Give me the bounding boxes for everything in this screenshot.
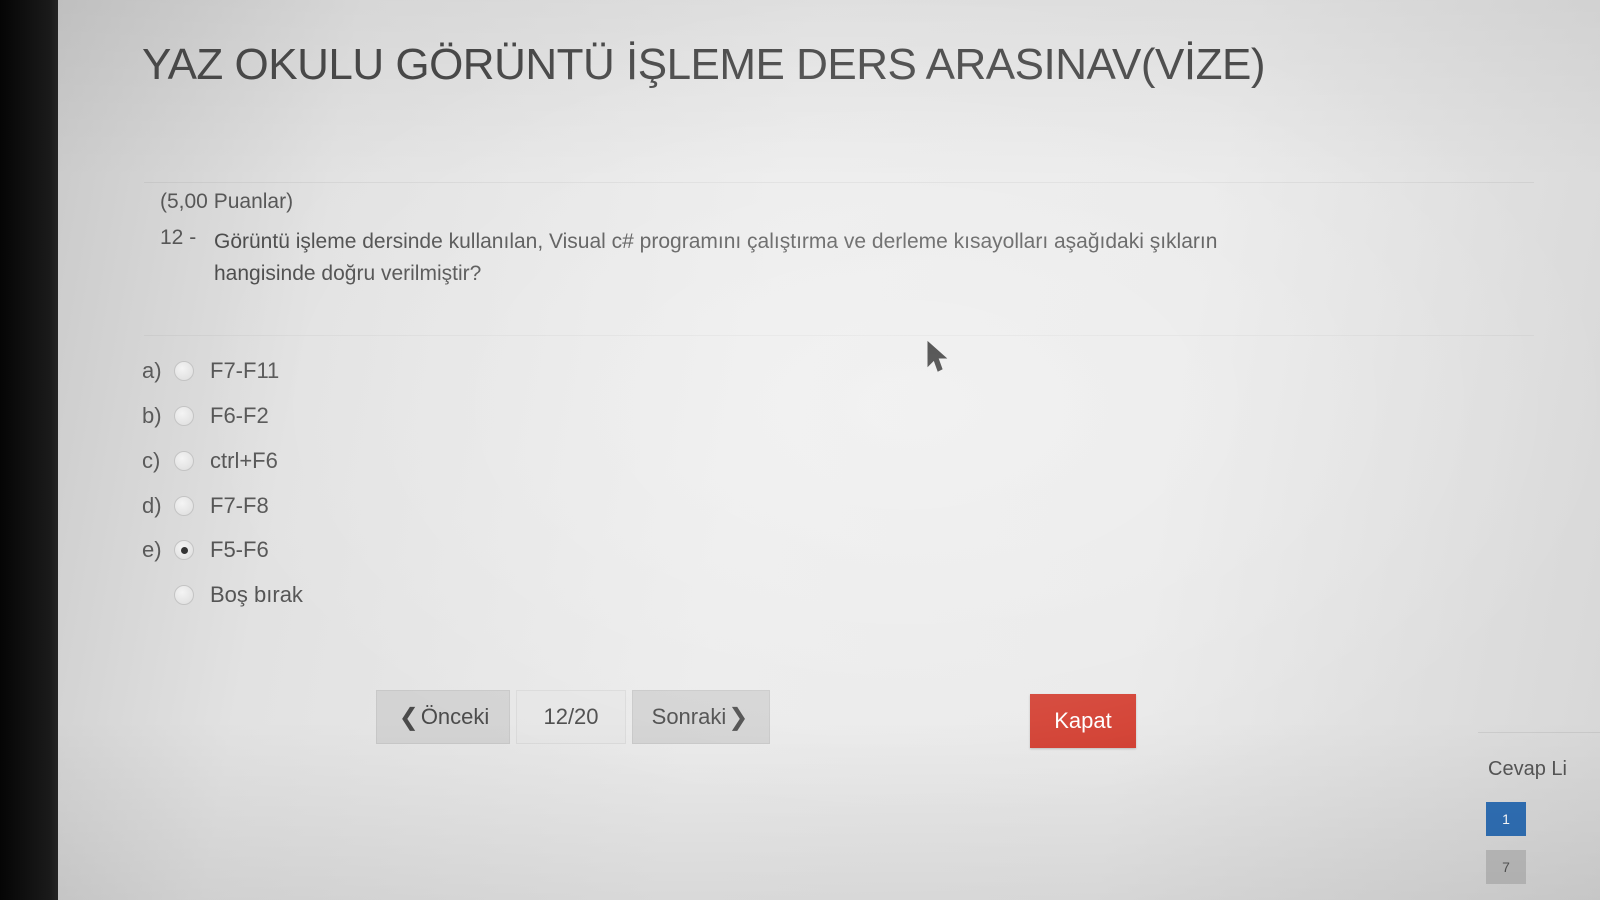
option-d-radio[interactable] <box>174 496 194 516</box>
option-b-radio[interactable] <box>174 406 194 426</box>
option-e[interactable]: e) F5-F6 <box>142 535 269 565</box>
option-letter: c) <box>142 448 161 473</box>
chevron-right-icon: ❯ <box>728 703 749 731</box>
close-button[interactable]: Kapat <box>1030 694 1136 748</box>
chevron-left-icon: ❮ <box>398 703 419 731</box>
option-label: ctrl+F6 <box>210 448 278 473</box>
option-letter: b) <box>142 403 162 428</box>
answer-list-title: Cevap Li <box>1488 758 1567 780</box>
option-d[interactable]: d) F7-F8 <box>142 491 269 521</box>
option-label: F7-F11 <box>210 358 280 383</box>
question-points: (5,00 Puanlar) <box>160 190 294 213</box>
option-e-radio[interactable] <box>174 540 194 560</box>
monitor-bezel <box>0 0 62 900</box>
next-button[interactable]: Sonraki ❯ <box>632 690 770 744</box>
answer-list-divider <box>1478 732 1600 733</box>
mouse-cursor-icon <box>927 340 948 372</box>
option-c[interactable]: c) ctrl+F6 <box>142 446 278 476</box>
option-label: Boş bırak <box>210 582 303 607</box>
option-a-radio[interactable] <box>174 361 194 381</box>
option-skip[interactable]: Boş bırak <box>142 580 303 610</box>
option-a[interactable]: a) F7-F11 <box>142 356 279 386</box>
option-letter: e) <box>142 537 162 562</box>
previous-button-label: Önceki <box>420 704 490 729</box>
answer-list-item[interactable]: 1 <box>1486 802 1526 836</box>
question-number: 12 - <box>160 226 197 249</box>
option-label: F7-F8 <box>210 493 269 518</box>
option-letter: a) <box>142 358 162 383</box>
page-indicator: 12/20 <box>516 690 626 744</box>
previous-button[interactable]: ❮ Önceki <box>376 690 510 744</box>
option-skip-radio[interactable] <box>174 585 194 605</box>
option-c-radio[interactable] <box>174 451 194 471</box>
option-label: F6-F2 <box>210 403 269 428</box>
option-label: F5-F6 <box>210 537 269 562</box>
next-button-label: Sonraki <box>651 704 727 729</box>
exam-title: YAZ OKULU GÖRÜNTÜ İŞLEME DERS ARASINAV(V… <box>142 40 1266 89</box>
option-b[interactable]: b) F6-F2 <box>142 401 269 431</box>
option-letter: d) <box>142 493 162 518</box>
exam-screen: YAZ OKULU GÖRÜNTÜ İŞLEME DERS ARASINAV(V… <box>58 0 1600 900</box>
question-text: Görüntü işleme dersinde kullanılan, Visu… <box>214 230 1218 285</box>
answer-list-item[interactable]: 7 <box>1486 850 1526 884</box>
